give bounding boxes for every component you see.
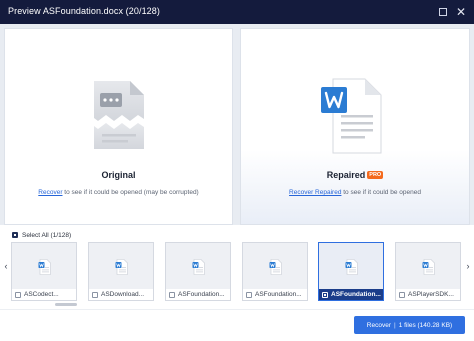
file-thumbnail[interactable]: ASFoundation...: [318, 242, 384, 301]
original-title: Original: [101, 170, 136, 180]
file-name: ASFoundation...: [178, 291, 225, 298]
broken-document-icon: [94, 81, 144, 149]
recover-button-label: Recover: [366, 321, 392, 329]
file-thumbnail-footer: ASFoundation...: [166, 289, 230, 300]
original-hint: to see if it could be opened (may be cor…: [62, 189, 199, 196]
original-subtitle: Recover to see if it could be opened (ma…: [5, 189, 232, 196]
file-checkbox[interactable]: [15, 291, 21, 298]
word-file-icon: [422, 259, 435, 275]
repaired-title: Repaired PRO: [241, 170, 469, 180]
maximize-icon: [439, 8, 447, 16]
file-thumbnail[interactable]: ASCodect...: [11, 242, 77, 301]
repaired-hint: to see if it could be opened: [341, 189, 421, 196]
chevron-right-icon: ›: [466, 261, 470, 271]
repaired-subtitle: Recover Repaired to see if it could be o…: [241, 189, 469, 196]
chevron-left-icon: ‹: [4, 261, 8, 271]
footer-divider: [0, 309, 474, 310]
title-bar: Preview ASFoundation.docx (20/128) ✕: [0, 0, 474, 24]
word-file-icon: [269, 259, 282, 275]
word-file-icon: [115, 259, 128, 275]
prev-arrow-button[interactable]: ‹: [2, 261, 10, 271]
file-name: ASFoundation...: [255, 291, 302, 298]
repaired-title-text: Repaired: [326, 170, 366, 180]
recover-repaired-link[interactable]: Recover Repaired: [289, 189, 341, 196]
word-file-icon: [345, 259, 358, 275]
recover-button[interactable]: Recover | 1 files (140.28 KB): [354, 316, 465, 334]
file-thumbnail[interactable]: ASPlayerSDK...: [395, 242, 461, 301]
file-checkbox[interactable]: [169, 291, 175, 298]
thumbnail-scrollbar[interactable]: [55, 303, 77, 306]
file-name: ASPlayerSDK...: [408, 291, 454, 298]
recover-link[interactable]: Recover: [38, 189, 62, 196]
file-thumbnail-footer: ASCodect...: [12, 289, 76, 300]
file-thumbnail[interactable]: ASFoundation...: [165, 242, 231, 301]
file-thumbnail-footer: ASDownload...: [89, 289, 153, 300]
pro-badge: PRO: [367, 171, 384, 179]
word-file-icon: [38, 259, 51, 275]
select-all-checkbox[interactable]: [12, 232, 18, 238]
preview-panels: Original Recover to see if it could be o…: [0, 24, 474, 225]
maximize-button[interactable]: [436, 5, 450, 19]
recover-button-count: 1 files (140.28 KB): [398, 321, 453, 329]
select-all[interactable]: Select All (1/128): [12, 230, 71, 240]
file-checkbox[interactable]: [246, 291, 252, 298]
file-thumbnail-footer: ASFoundation...: [319, 289, 383, 300]
file-name: ASCodect...: [24, 291, 59, 298]
repaired-panel: Repaired PRO Recover Repaired to see if i…: [240, 28, 470, 225]
file-thumbnail-footer: ASPlayerSDK...: [396, 289, 460, 300]
file-name: ASFoundation...: [331, 291, 381, 298]
file-checkbox[interactable]: [322, 291, 328, 298]
file-thumbnail-footer: ASFoundation...: [243, 289, 307, 300]
window-title: Preview ASFoundation.docx (20/128): [8, 6, 160, 16]
word-file-icon: [192, 259, 205, 275]
file-checkbox[interactable]: [92, 291, 98, 298]
file-name: ASDownload...: [101, 291, 144, 298]
close-icon: ✕: [455, 5, 467, 19]
select-all-label: Select All (1/128): [22, 231, 72, 239]
next-arrow-button[interactable]: ›: [464, 261, 472, 271]
file-thumbnail[interactable]: ASFoundation...: [242, 242, 308, 301]
close-button[interactable]: ✕: [454, 4, 468, 20]
file-checkbox[interactable]: [399, 291, 405, 298]
original-panel: Original Recover to see if it could be o…: [4, 28, 233, 225]
file-thumbnail[interactable]: ASDownload...: [88, 242, 154, 301]
recover-button-separator: |: [394, 321, 396, 329]
word-document-icon: [321, 78, 382, 154]
